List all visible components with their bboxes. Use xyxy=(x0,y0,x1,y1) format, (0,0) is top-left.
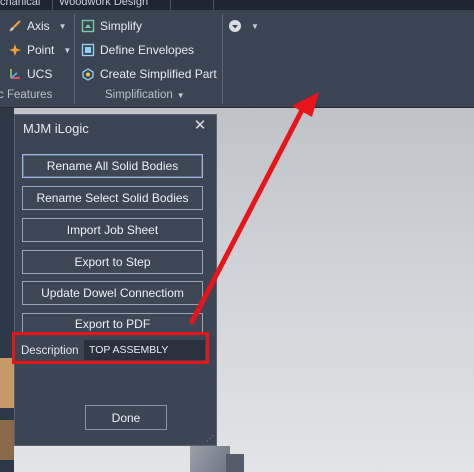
model-part xyxy=(226,454,244,472)
create-simplified-part-button[interactable]: Create Simplified Part xyxy=(81,65,217,83)
tab-divider xyxy=(170,0,171,10)
axis-button[interactable]: Axis ▼ xyxy=(8,17,67,35)
quick-access-menu-button[interactable]: ▼ xyxy=(228,17,259,35)
tab-mechanical[interactable]: chanical xyxy=(0,0,40,8)
point-button[interactable]: Point ▼ xyxy=(8,41,71,59)
dialog-title: MJM iLogic xyxy=(23,121,89,136)
define-envelopes-button[interactable]: Define Envelopes xyxy=(81,41,194,59)
import-job-sheet-button[interactable]: Import Job Sheet xyxy=(22,218,203,242)
axis-icon xyxy=(8,19,22,33)
close-icon[interactable]: ✕ xyxy=(192,118,208,134)
update-dowel-connection-button[interactable]: Update Dowel Connectiom xyxy=(22,281,203,305)
ribbon-panel: Axis ▼ Point ▼ UCS c Features Simplify D… xyxy=(0,10,474,108)
create-simplified-part-icon xyxy=(81,67,95,81)
model-part xyxy=(0,358,14,408)
rename-select-solid-bodies-button[interactable]: Rename Select Solid Bodies xyxy=(22,186,203,210)
ucs-icon xyxy=(8,67,22,81)
tab-divider xyxy=(213,0,214,10)
resize-grip-icon[interactable]: ⋰ xyxy=(206,435,214,443)
ribbon-separator xyxy=(222,14,223,104)
tab-divider xyxy=(52,0,53,10)
work-features-group-label[interactable]: c Features xyxy=(0,89,52,101)
simplification-group: Simplify Define Envelopes Create Simplif… xyxy=(75,10,221,107)
mjm-ilogic-dialog: MJM iLogic ✕ Rename All Solid Bodies Ren… xyxy=(14,114,217,446)
qat-menu-icon xyxy=(228,19,242,33)
ucs-button[interactable]: UCS xyxy=(8,65,52,83)
point-dropdown-icon[interactable]: ▼ xyxy=(63,46,71,55)
export-to-step-button[interactable]: Export to Step xyxy=(22,250,203,274)
simplification-group-label[interactable]: Simplification ▼ xyxy=(105,89,185,101)
axis-dropdown-icon[interactable]: ▼ xyxy=(59,22,67,31)
rename-all-solid-bodies-button[interactable]: Rename All Solid Bodies xyxy=(22,154,203,178)
define-envelopes-icon xyxy=(81,43,95,57)
simplification-dropdown-icon[interactable]: ▼ xyxy=(177,91,185,100)
model-part xyxy=(0,420,14,460)
point-icon xyxy=(8,43,22,57)
simplify-button[interactable]: Simplify xyxy=(81,17,142,35)
done-button[interactable]: Done xyxy=(85,405,167,430)
tab-woodwork-design[interactable]: Woodwork Design xyxy=(59,0,148,8)
browser-pane-edge xyxy=(0,108,14,472)
annotation-highlight-box xyxy=(12,332,209,364)
model-part xyxy=(190,446,230,472)
simplify-icon xyxy=(81,19,95,33)
qat-dropdown-icon[interactable]: ▼ xyxy=(251,22,259,31)
work-features-group: Axis ▼ Point ▼ UCS c Features xyxy=(0,10,74,107)
ribbon-tab-strip: chanical Woodwork Design xyxy=(0,0,474,10)
